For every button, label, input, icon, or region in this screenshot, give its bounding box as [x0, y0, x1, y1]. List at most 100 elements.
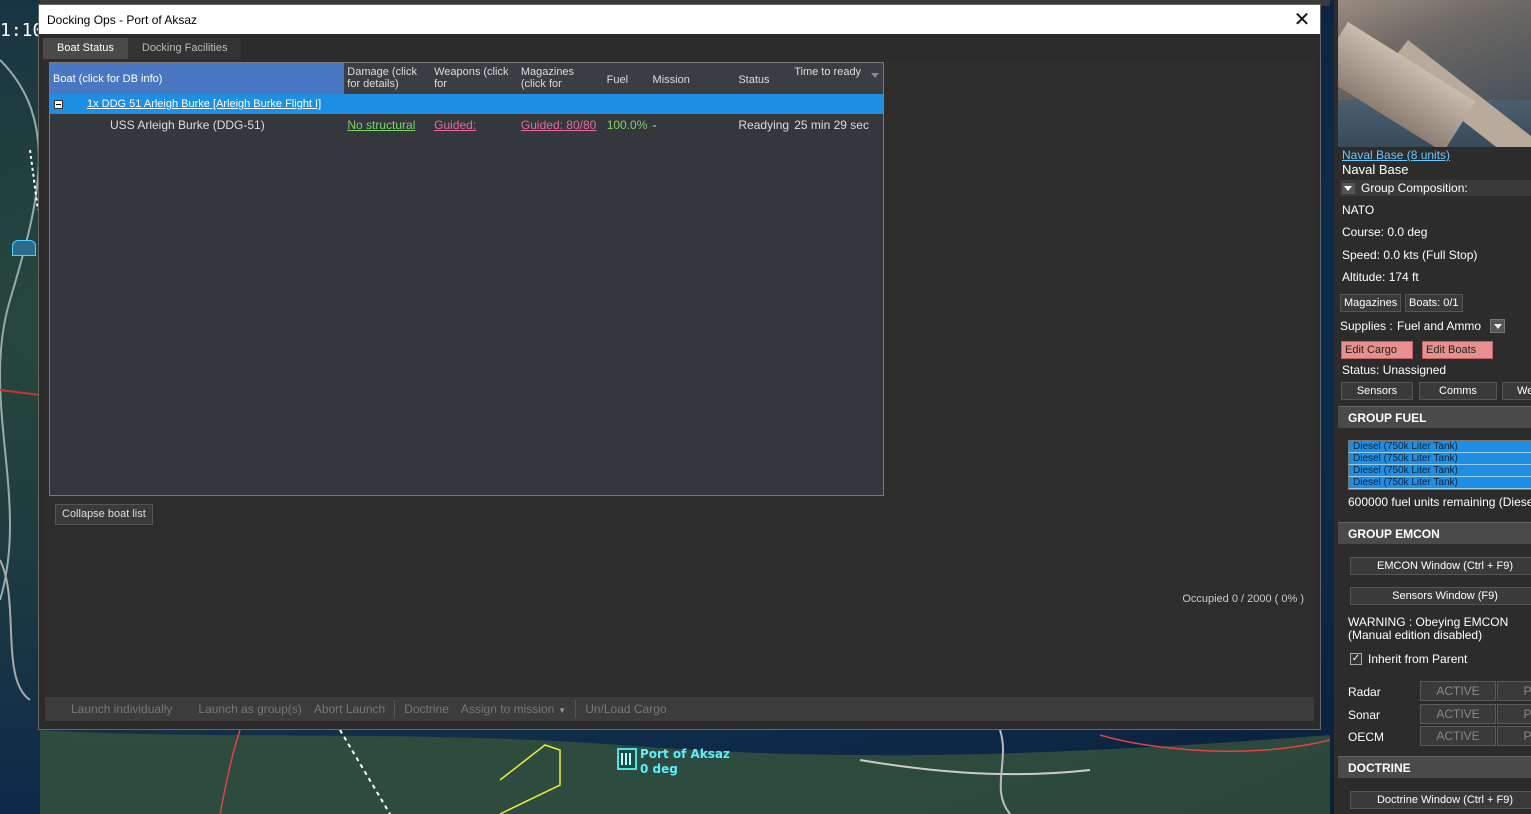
port-heading-label: 0 deg: [640, 762, 678, 776]
emcon-radar-label: Radar: [1348, 685, 1381, 699]
table-row[interactable]: USS Arleigh Burke (DDG-51) No structural…: [50, 114, 883, 136]
dialog-titlebar[interactable]: Docking Ops - Port of Aksaz ✕: [39, 5, 1320, 34]
emcon-window-button[interactable]: EMCON Window (Ctrl + F9): [1350, 557, 1531, 575]
port-name-label: Port of Aksaz: [640, 747, 731, 761]
emcon-sonar-label: Sonar: [1348, 708, 1381, 722]
list-item[interactable]: Diesel (750k Liter Tank): [1349, 453, 1531, 465]
tab-strip: Boat Status Docking Facilities: [43, 38, 1320, 59]
radar-passive-toggle[interactable]: PAS: [1497, 681, 1531, 701]
unit-speed: Speed: 0.0 kts (Full Stop): [1342, 248, 1478, 262]
tab-docking-facilities[interactable]: Docking Facilities: [127, 38, 242, 59]
emcon-oecm-label: OECM: [1348, 730, 1384, 744]
sensors-window-button[interactable]: Sensors Window (F9): [1350, 587, 1531, 605]
boats-button[interactable]: Boats: 0/1: [1405, 294, 1463, 312]
sonar-passive-toggle[interactable]: PAS: [1497, 704, 1531, 724]
damage-link[interactable]: No structural: [347, 118, 415, 132]
abort-launch-button[interactable]: Abort Launch: [308, 702, 391, 716]
inherit-checkbox[interactable]: ✓: [1350, 653, 1362, 665]
oecm-active-toggle[interactable]: ACTIVE: [1420, 726, 1496, 746]
unit-name: Naval Base: [1342, 162, 1409, 177]
boat-weapons: Guided:: [431, 118, 518, 132]
collapse-boat-list-button[interactable]: Collapse boat list: [55, 504, 153, 525]
group-link[interactable]: 1x DDG 51 Arleigh Burke [Arleigh Burke F…: [87, 98, 321, 110]
boat-magazines: Guided: 80/80: [518, 118, 604, 132]
port-map-label[interactable]: Port of Aksaz 0 deg: [640, 747, 730, 777]
unit-course: Course: 0.0 deg: [1342, 225, 1428, 239]
assign-to-mission-dropdown[interactable]: Assign to mission ▼: [455, 702, 572, 716]
launch-individually-button[interactable]: Launch individually: [65, 702, 192, 716]
header-time-to-ready[interactable]: Time to ready: [791, 63, 883, 94]
emcon-warning-detail: (Manual edition disabled): [1348, 628, 1483, 642]
unit-side: NATO: [1342, 203, 1375, 217]
sensors-button[interactable]: Sensors: [1341, 382, 1413, 400]
boat-damage: No structural: [344, 118, 431, 132]
weapons-link[interactable]: Guided:: [434, 118, 476, 132]
list-item[interactable]: Diesel (750k Liter Tank): [1349, 465, 1531, 477]
chevron-down-icon: ▼: [558, 706, 567, 715]
header-damage[interactable]: Damage (click for details): [344, 63, 431, 94]
unit-photo: [1338, 0, 1531, 147]
header-magazines[interactable]: Magazines (click for: [518, 63, 604, 94]
emcon-warning: WARNING : Obeying EMCON: [1348, 615, 1509, 629]
inherit-label: Inherit from Parent: [1368, 652, 1468, 666]
oecm-passive-toggle[interactable]: PAS: [1497, 726, 1531, 746]
supplies-label: Supplies :: [1340, 319, 1393, 333]
unit-altitude: Altitude: 174 ft: [1342, 270, 1419, 284]
boat-fuel: 100.0%: [606, 118, 648, 132]
list-item[interactable]: Diesel (750k Liter Tank): [1349, 441, 1531, 453]
action-toolbar: Launch individually Launch as group(s) A…: [45, 697, 1314, 721]
magazines-link[interactable]: Guided: 80/80: [521, 118, 596, 132]
tab-boat-status[interactable]: Boat Status: [43, 38, 128, 59]
magazines-button[interactable]: Magazines: [1340, 294, 1402, 312]
dialog-title: Docking Ops - Port of Aksaz: [47, 12, 198, 27]
header-mission[interactable]: Mission: [650, 63, 736, 94]
tab-content: Boat (click for DB info) Damage (click f…: [43, 59, 1316, 695]
boat-time-to-ready: 25 min 29 sec: [794, 118, 869, 132]
unit-status: Status: Unassigned: [1342, 363, 1447, 377]
supplies-value[interactable]: Fuel and Ammo: [1397, 319, 1481, 333]
toolbar-divider: [575, 700, 577, 718]
header-boat[interactable]: Boat (click for DB info): [50, 63, 345, 94]
doctrine-window-button[interactable]: Doctrine Window (Ctrl + F9): [1350, 791, 1531, 809]
unit-icon[interactable]: [12, 240, 36, 256]
unit-link[interactable]: Naval Base (8 units): [1342, 148, 1450, 162]
radar-active-toggle[interactable]: ACTIVE: [1420, 681, 1496, 701]
load-cargo-button[interactable]: Un/Load Cargo: [579, 702, 672, 716]
group-emcon-header[interactable]: GROUP EMCON: [1338, 522, 1531, 544]
fuel-remaining: 600000 fuel units remaining (DieselFu: [1348, 495, 1531, 509]
boat-mission: -: [652, 118, 657, 132]
unit-side-panel: Naval Base (8 units) Naval Base Group Co…: [1334, 0, 1531, 814]
boat-status: Readying: [738, 118, 790, 132]
occupied-status: Occupied 0 / 2000 ( 0% ): [1182, 593, 1304, 605]
sonar-active-toggle[interactable]: ACTIVE: [1420, 704, 1496, 724]
edit-cargo-button[interactable]: Edit Cargo: [1341, 341, 1413, 359]
toolbar-divider: [394, 700, 396, 718]
header-weapons[interactable]: Weapons (click for: [431, 63, 518, 94]
supplies-dropdown-icon[interactable]: [1490, 319, 1505, 333]
port-icon[interactable]: [617, 748, 637, 770]
launch-group-button[interactable]: Launch as group(s): [192, 702, 307, 716]
group-fuel-header[interactable]: GROUP FUEL: [1338, 406, 1531, 428]
comms-button[interactable]: Comms: [1419, 382, 1497, 400]
doctrine-button[interactable]: Doctrine: [398, 702, 455, 716]
header-status[interactable]: Status: [735, 63, 791, 94]
group-row[interactable]: 1x DDG 51 Arleigh Burke [Arleigh Burke F…: [50, 94, 883, 114]
docking-ops-dialog: Docking Ops - Port of Aksaz ✕ Boat Statu…: [38, 4, 1321, 730]
edit-boats-button[interactable]: Edit Boats: [1422, 341, 1493, 359]
header-fuel[interactable]: Fuel: [604, 63, 650, 94]
close-icon[interactable]: ✕: [1292, 9, 1312, 31]
header-time-to-ready-label: Time to ready: [794, 66, 862, 78]
assign-to-mission-label: Assign to mission: [460, 702, 555, 716]
group-composition-label: Group Composition:: [1361, 181, 1468, 195]
collapse-icon[interactable]: [54, 99, 63, 109]
chevron-down-icon[interactable]: [1342, 182, 1355, 194]
doctrine-header[interactable]: DOCTRINE: [1338, 756, 1531, 778]
boat-table: Boat (click for DB info) Damage (click f…: [49, 62, 884, 496]
table-header: Boat (click for DB info) Damage (click f…: [50, 63, 883, 94]
list-item[interactable]: Diesel (750k Liter Tank): [1349, 477, 1531, 489]
weapons-button[interactable]: We: [1502, 382, 1531, 400]
boat-name[interactable]: USS Arleigh Burke (DDG-51): [50, 118, 344, 132]
fuel-list[interactable]: Diesel (750k Liter Tank) Diesel (750k Li…: [1348, 440, 1531, 490]
group-composition-toggle[interactable]: Group Composition:: [1340, 180, 1531, 196]
sort-arrow-icon: [871, 73, 879, 78]
